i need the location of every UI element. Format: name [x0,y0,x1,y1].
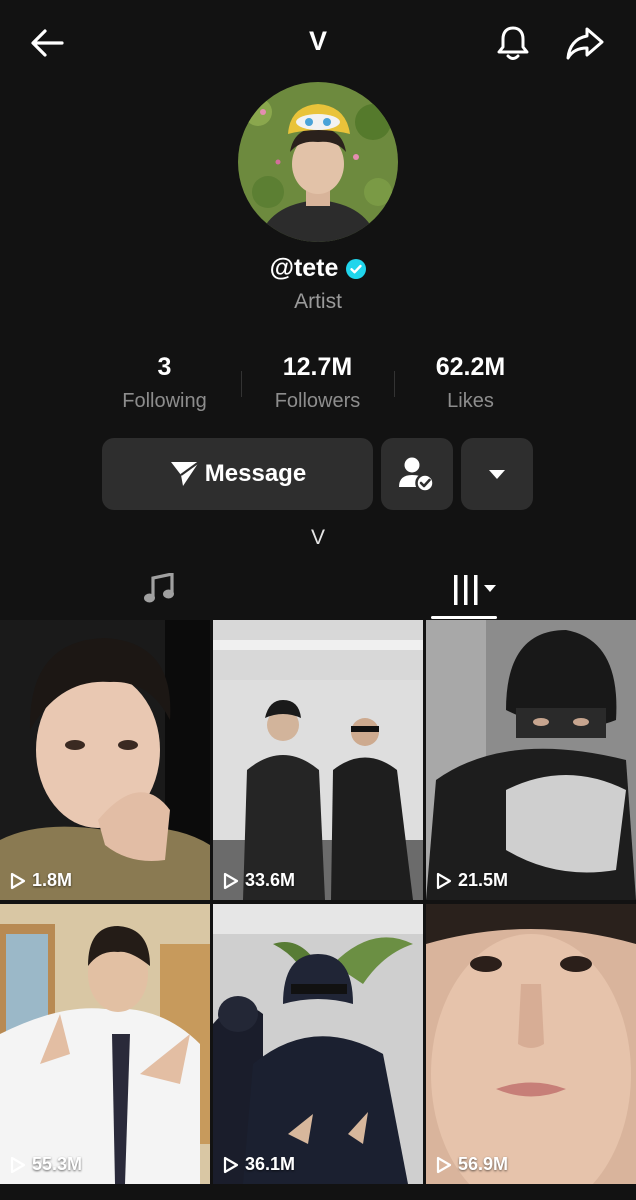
verified-badge-icon [346,258,367,279]
profile-stats: 3 Following 12.7M Followers 62.2M Likes [88,353,548,423]
stat-following[interactable]: 3 Following [88,353,241,413]
view-count: 36.1M [223,1154,295,1175]
arrow-left-icon [31,29,64,57]
top-bar: V [0,0,636,84]
video-grid-icon [454,575,496,605]
content-tabs [0,560,636,620]
avatar[interactable] [238,82,398,242]
video-grid: 1.8M 33.6M 21.5M 55.3M 36.1M 56.9M [0,620,636,1200]
profile-page: V @tete Artist 3 Following 12.7M Followe… [0,0,636,1200]
view-count-text: 55.3M [32,1154,83,1174]
view-count-text: 1.8M [32,870,73,890]
stat-likes: 62.2M Likes [394,353,547,413]
video-thumbnail[interactable]: 1.8M [0,620,210,900]
stat-followers[interactable]: 12.7M Followers [241,353,394,413]
view-count: 55.3M [10,1154,82,1175]
stat-value: 3 [157,353,172,381]
profile-bio: V [310,526,325,549]
tab-videos[interactable] [318,560,636,620]
video-thumbnail[interactable]: 55.3M [0,904,210,1184]
bell-icon [497,26,529,60]
play-icon [436,872,452,889]
share-button[interactable] [564,22,606,64]
play-icon [10,872,26,889]
message-button[interactable]: Message [102,438,373,510]
view-count: 21.5M [436,870,508,891]
page-title: V [308,26,327,56]
stat-label: Likes [447,390,494,412]
view-count: 1.8M [10,870,72,891]
profile-category: Artist [294,290,342,313]
view-count: 33.6M [223,870,295,891]
video-thumbnail[interactable]: 33.6M [213,620,423,900]
play-icon [10,1156,26,1173]
notifications-button[interactable] [492,22,534,64]
stat-value: 12.7M [282,353,353,381]
message-label: Message [204,460,307,487]
play-icon [223,1156,239,1173]
stat-value: 62.2M [435,353,506,381]
share-icon [566,27,604,60]
video-thumbnail[interactable]: 56.9M [426,904,636,1184]
caret-down-icon [489,470,505,479]
active-tab-indicator [431,616,497,619]
username: @tete [269,254,339,282]
view-count-text: 33.6M [245,870,296,890]
view-count-text: 21.5M [458,870,509,890]
more-options-button[interactable] [461,438,533,510]
video-thumbnail[interactable]: 36.1M [213,904,423,1184]
stat-label: Followers [274,390,361,412]
friends-icon [399,457,435,493]
video-thumbnail[interactable]: 21.5M [426,620,636,900]
view-count: 56.9M [436,1154,508,1175]
send-icon [170,461,200,486]
handle-row: @tete [0,254,636,283]
friends-button[interactable] [381,438,453,510]
view-count-text: 36.1M [245,1154,296,1174]
tab-music[interactable] [0,560,318,620]
stat-label: Following [122,390,207,412]
back-button[interactable] [26,22,68,64]
music-note-icon [144,573,174,603]
play-icon [223,872,239,889]
play-icon [436,1156,452,1173]
view-count-text: 56.9M [458,1154,509,1174]
